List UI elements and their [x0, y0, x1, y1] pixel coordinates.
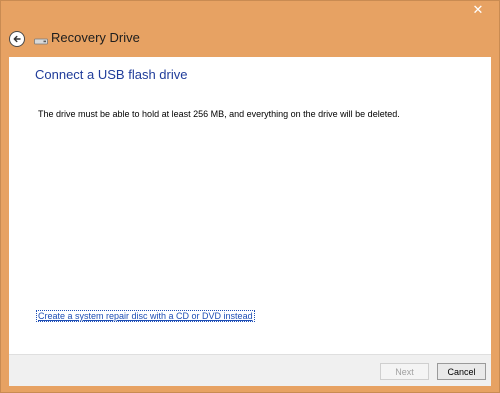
- back-button[interactable]: [9, 31, 25, 47]
- next-button[interactable]: Next: [380, 363, 429, 380]
- cancel-button[interactable]: Cancel: [437, 363, 486, 380]
- close-button[interactable]: ✕: [465, 2, 491, 20]
- content-panel: Connect a USB flash drive The drive must…: [9, 57, 491, 354]
- footer-bar: Next Cancel: [9, 354, 491, 386]
- recovery-drive-window: ✕ Recovery Drive Connect a USB flash dri…: [0, 0, 500, 393]
- back-arrow-icon: [13, 35, 21, 43]
- title-bar: ✕: [1, 1, 499, 25]
- drive-icon: [34, 38, 48, 45]
- close-icon: ✕: [472, 3, 484, 18]
- navigation-header: Recovery Drive: [1, 25, 499, 59]
- instruction-text: The drive must be able to hold at least …: [38, 109, 400, 119]
- window-title: Recovery Drive: [51, 30, 140, 45]
- create-repair-disc-link[interactable]: Create a system repair disc with a CD or…: [36, 310, 255, 322]
- page-heading: Connect a USB flash drive: [35, 67, 188, 82]
